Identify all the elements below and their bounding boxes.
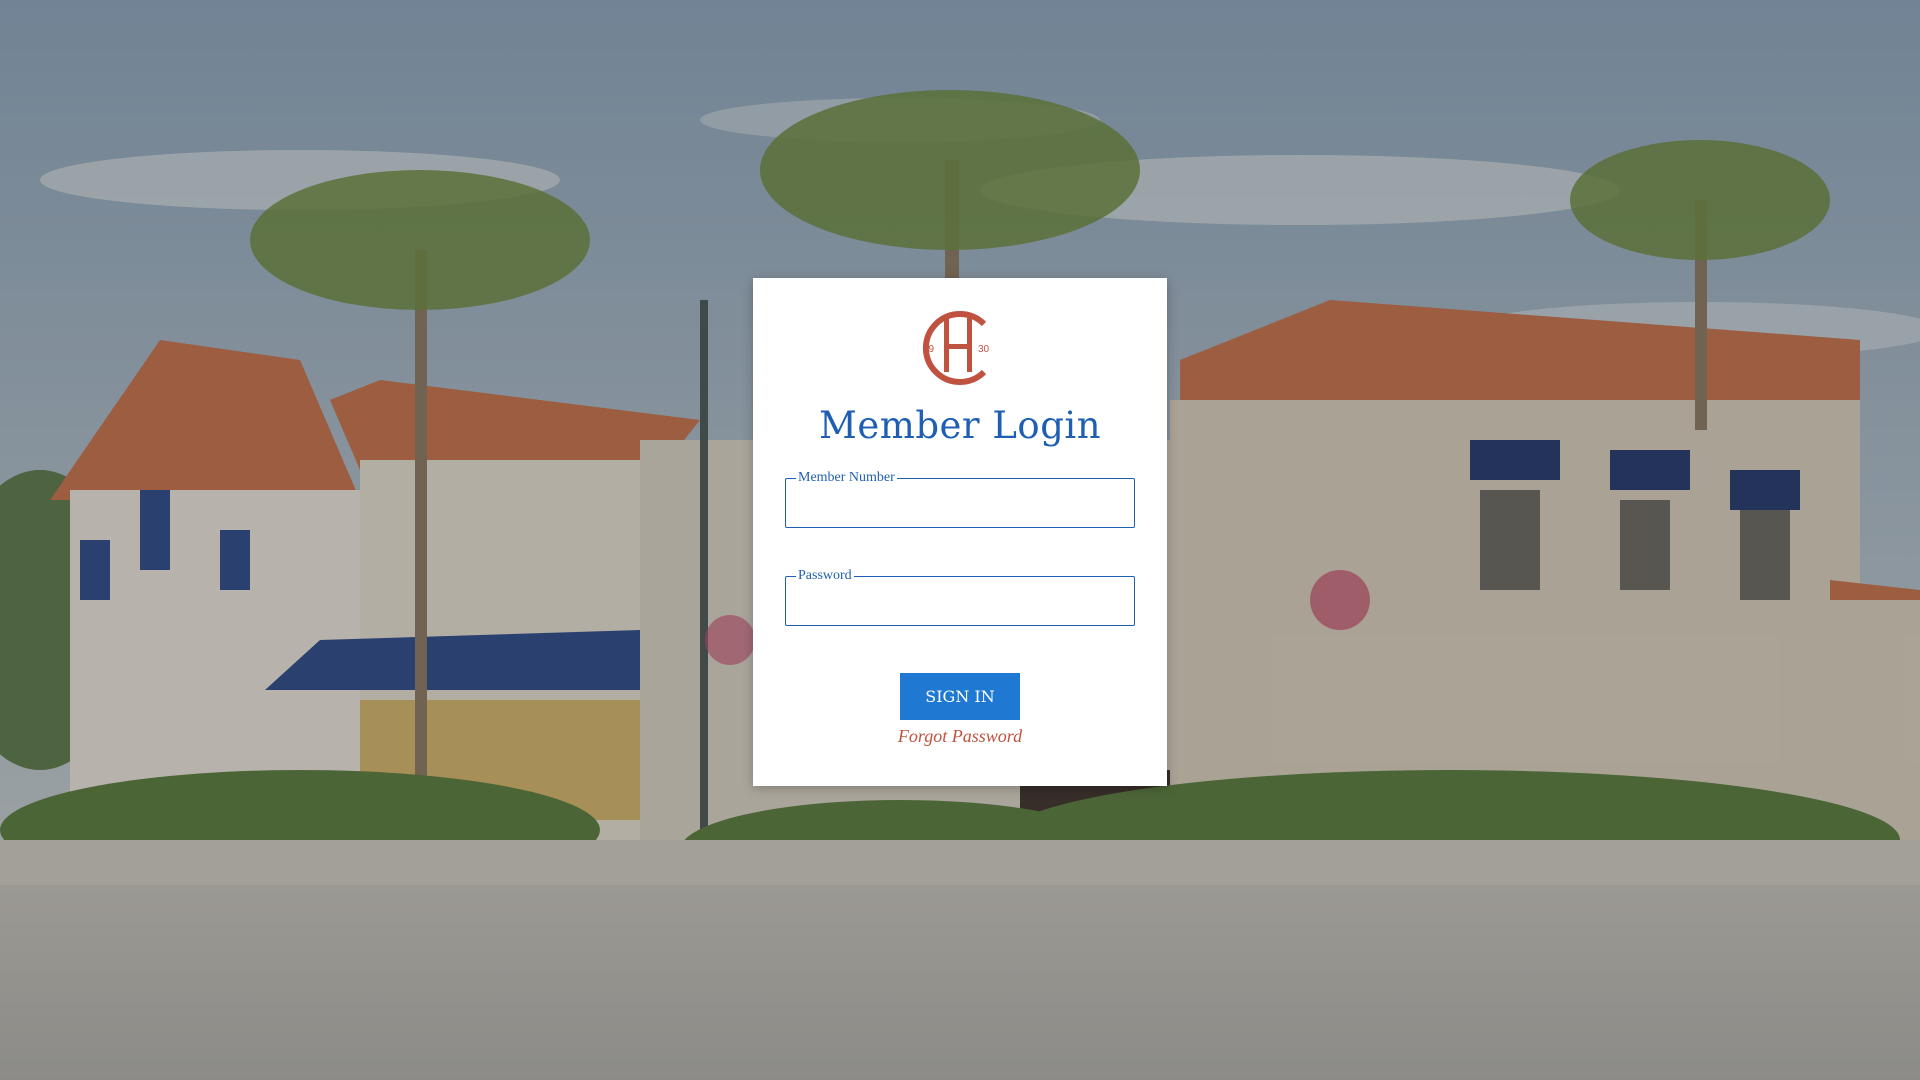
svg-text:19: 19: [923, 344, 935, 355]
sign-in-button[interactable]: SIGN IN: [900, 673, 1020, 720]
password-input[interactable]: [796, 584, 1128, 616]
club-logo-icon: 19 30: [923, 311, 990, 385]
member-number-field[interactable]: Member Number: [785, 470, 1135, 528]
member-number-label: Member Number: [798, 470, 895, 485]
password-field[interactable]: Password: [785, 568, 1135, 626]
svg-text:30: 30: [978, 344, 990, 355]
member-number-input[interactable]: [796, 486, 1128, 518]
password-label: Password: [798, 568, 852, 583]
forgot-password-link[interactable]: Forgot Password: [753, 726, 1167, 747]
page-title: Member Login: [818, 404, 1102, 447]
